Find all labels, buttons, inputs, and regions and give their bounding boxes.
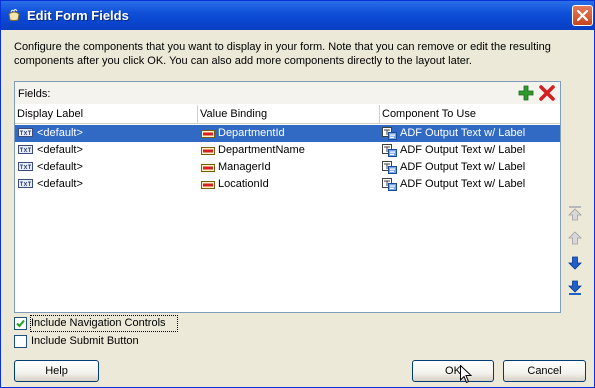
value-binding-cell[interactable]: LocationId bbox=[218, 178, 269, 190]
component-cell[interactable]: ADF Output Text w/ Label bbox=[400, 144, 525, 156]
display-label-cell[interactable]: <default> bbox=[37, 127, 83, 139]
close-button[interactable] bbox=[572, 5, 593, 26]
fields-toolbar: Fields: bbox=[15, 82, 560, 104]
text-field-icon bbox=[18, 145, 33, 157]
text-field-icon bbox=[18, 162, 33, 174]
close-icon bbox=[577, 10, 588, 21]
title-bar[interactable]: Edit Form Fields bbox=[1, 1, 594, 30]
component-cell[interactable]: ADF Output Text w/ Label bbox=[400, 127, 525, 139]
add-icon bbox=[518, 85, 534, 101]
component-cell[interactable]: ADF Output Text w/ Label bbox=[400, 161, 525, 173]
cancel-button[interactable]: Cancel bbox=[503, 360, 586, 382]
text-field-icon bbox=[18, 128, 33, 140]
move-down-button[interactable] bbox=[566, 254, 584, 272]
include-submit-button-option[interactable]: Include Submit Button bbox=[14, 334, 154, 350]
edit-form-fields-dialog: Edit Form Fields Configure the component… bbox=[0, 0, 595, 388]
display-label-cell[interactable]: <default> bbox=[37, 178, 83, 190]
oracle-jdeveloper-icon bbox=[7, 8, 21, 22]
mouse-cursor-icon bbox=[460, 364, 473, 387]
move-to-bottom-button[interactable] bbox=[566, 279, 584, 297]
table-row[interactable]: <default> LocationId ADF Output Text w/ La… bbox=[15, 176, 560, 193]
attribute-icon bbox=[201, 163, 215, 175]
column-divider[interactable] bbox=[379, 105, 380, 123]
move-up-icon bbox=[568, 231, 582, 245]
column-header-component[interactable]: Component To Use bbox=[382, 108, 476, 122]
attribute-icon bbox=[201, 129, 215, 141]
output-text-component-icon bbox=[382, 177, 398, 195]
instructions-text: Configure the components that you want t… bbox=[14, 41, 551, 67]
column-header-value-binding[interactable]: Value Binding bbox=[200, 108, 267, 122]
attribute-icon bbox=[201, 146, 215, 158]
attribute-icon bbox=[201, 180, 215, 192]
include-navigation-controls-checkbox[interactable] bbox=[14, 317, 27, 330]
include-navigation-controls-option[interactable]: Include Navigation Controls bbox=[14, 315, 178, 332]
table-row[interactable]: <default> ManagerId ADF Output Text w/ Lab… bbox=[15, 159, 560, 176]
ok-button[interactable]: OK bbox=[412, 360, 494, 382]
text-field-icon bbox=[18, 179, 33, 191]
move-bottom-icon bbox=[568, 280, 582, 295]
window-title: Edit Form Fields bbox=[27, 8, 129, 23]
table-header: Display Label Value Binding Component To… bbox=[15, 105, 560, 124]
fields-panel: Fields: Display Label Value Binding Comp… bbox=[14, 81, 561, 313]
table-row[interactable]: <default> DepartmentId ADF Output Text w/ … bbox=[15, 125, 560, 142]
include-submit-button-checkbox[interactable] bbox=[14, 335, 27, 348]
move-top-icon bbox=[568, 206, 582, 221]
display-label-cell[interactable]: <default> bbox=[37, 144, 83, 156]
delete-icon bbox=[539, 85, 555, 101]
move-to-top-button[interactable] bbox=[566, 204, 584, 222]
move-up-button[interactable] bbox=[566, 229, 584, 247]
display-label-cell[interactable]: <default> bbox=[37, 161, 83, 173]
delete-field-button[interactable] bbox=[539, 85, 555, 101]
include-navigation-controls-label: Include Navigation Controls bbox=[31, 317, 166, 329]
value-binding-cell[interactable]: ManagerId bbox=[218, 161, 271, 173]
component-cell[interactable]: ADF Output Text w/ Label bbox=[400, 178, 525, 190]
column-header-display-label[interactable]: Display Label bbox=[17, 108, 83, 122]
fields-label: Fields: bbox=[18, 88, 51, 100]
table-row[interactable]: <default> DepartmentName ADF Output Text w… bbox=[15, 142, 560, 159]
add-field-button[interactable] bbox=[518, 85, 534, 101]
column-divider[interactable] bbox=[197, 105, 198, 123]
include-submit-button-label: Include Submit Button bbox=[31, 335, 139, 347]
value-binding-cell[interactable]: DepartmentName bbox=[218, 144, 305, 156]
value-binding-cell[interactable]: DepartmentId bbox=[218, 127, 285, 139]
move-down-icon bbox=[568, 256, 582, 270]
checkmark-icon bbox=[16, 319, 25, 328]
help-button[interactable]: Help bbox=[14, 360, 99, 382]
